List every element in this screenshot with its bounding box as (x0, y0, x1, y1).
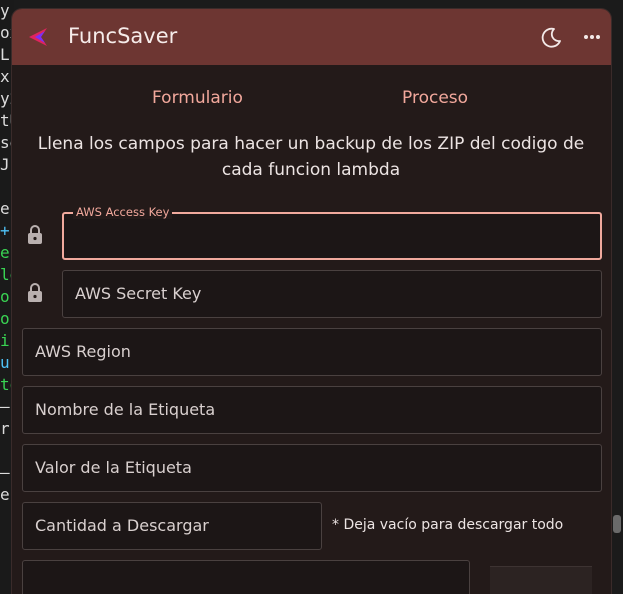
tag-value-placeholder: Valor de la Etiqueta (35, 458, 192, 477)
tab-formulario[interactable]: Formulario (152, 88, 243, 108)
form-description: Llena los campos para hacer un backup de… (37, 134, 585, 180)
aws-secret-key-field[interactable]: AWS Secret Key (62, 270, 602, 318)
download-amount-placeholder: Cantidad a Descargar (35, 516, 209, 535)
aws-secret-key-placeholder: AWS Secret Key (75, 284, 202, 303)
lock-icon (28, 283, 42, 302)
tag-name-placeholder: Nombre de la Etiqueta (35, 400, 216, 419)
app-logo-icon (29, 28, 47, 46)
scrollbar-thumb[interactable] (613, 515, 621, 533)
more-horizontal-icon[interactable] (583, 27, 601, 47)
aws-access-key-field[interactable]: AWS Access Key (62, 205, 602, 260)
app-title: FuncSaver (68, 24, 178, 48)
aws-region-field[interactable]: AWS Region (22, 328, 602, 376)
aws-region-placeholder: AWS Region (35, 342, 131, 361)
partial-button[interactable] (490, 566, 592, 594)
download-amount-hint: * Deja vacío para descargar todo (332, 517, 564, 533)
tag-name-field[interactable]: Nombre de la Etiqueta (22, 386, 602, 434)
app-window: FuncSaver Formulario Proceso Llena los c… (12, 9, 611, 594)
partial-field[interactable] (22, 560, 470, 594)
aws-access-key-label: AWS Access Key (73, 205, 173, 219)
tag-value-field[interactable]: Valor de la Etiqueta (22, 444, 602, 492)
title-bar: FuncSaver (12, 9, 611, 65)
lock-icon (28, 225, 42, 244)
moon-icon[interactable] (540, 26, 562, 48)
tab-proceso[interactable]: Proceso (402, 88, 468, 108)
download-amount-field[interactable]: Cantidad a Descargar (22, 502, 322, 550)
